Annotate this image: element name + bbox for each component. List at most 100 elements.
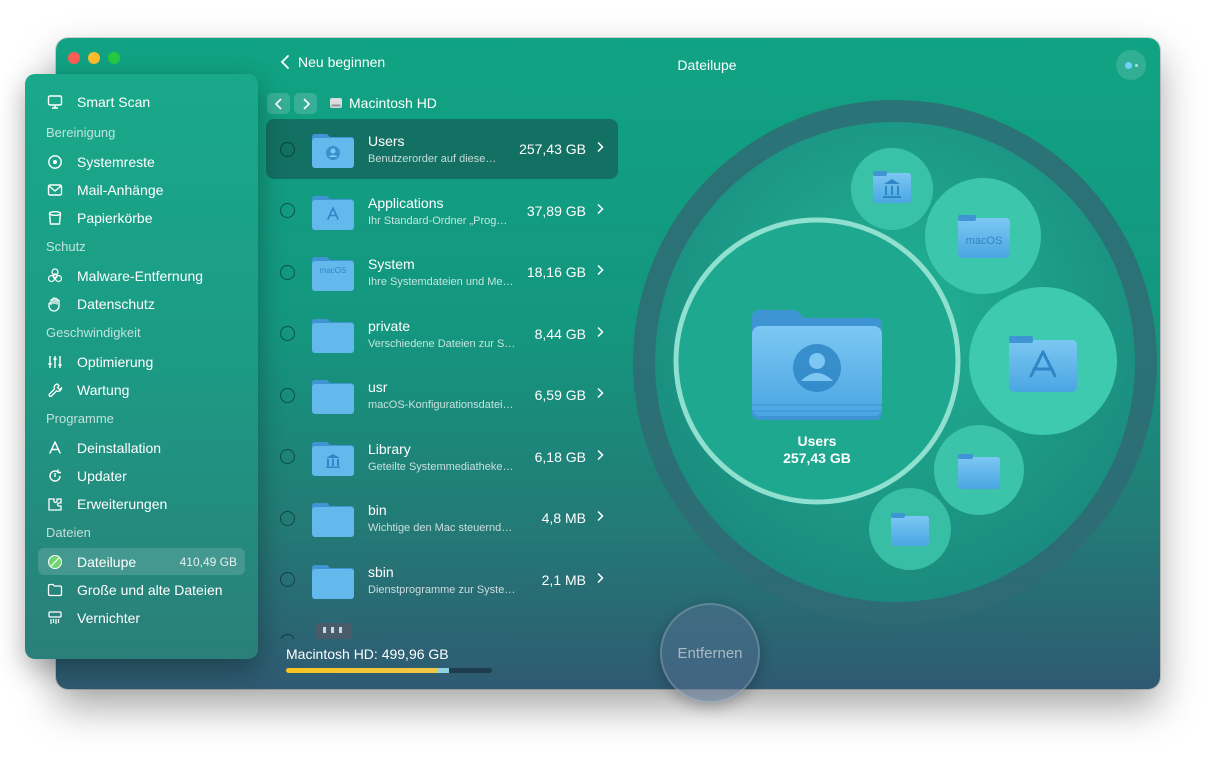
- users-bubble-name: Users: [797, 433, 837, 449]
- row-checkbox[interactable]: [280, 387, 295, 403]
- row-checkbox[interactable]: [280, 633, 295, 639]
- sidebar-item-datenschutz[interactable]: Datenschutz: [38, 290, 245, 317]
- sidebar-item-label: Systemreste: [77, 153, 155, 170]
- row-size: 4,8 MB: [541, 510, 586, 526]
- sidebar-item-label: Optimierung: [77, 353, 154, 370]
- row-name: usr: [368, 379, 388, 395]
- row-description: Dienstprogramme zur System…: [368, 583, 518, 596]
- sidebar-item-label: Vernichter: [77, 609, 141, 626]
- table-row[interactable]: private Verschiedene Dateien zur S… 8,44 G…: [266, 304, 618, 364]
- sidebar-item-mail-anhänge[interactable]: Mail-Anhänge: [38, 176, 245, 203]
- chevron-right-icon[interactable]: [596, 386, 604, 404]
- sidebar-item-vernichter[interactable]: Vernichter: [38, 604, 245, 631]
- sidebar-section-title: Bereinigung: [46, 125, 116, 140]
- start-over-button[interactable]: Neu beginnen: [280, 54, 385, 70]
- disk-used-fill: [286, 668, 439, 673]
- chevron-right-icon[interactable]: [596, 202, 604, 220]
- chevron-left-icon: [274, 97, 282, 110]
- sidebar-section-title: Schutz: [46, 239, 86, 254]
- chevron-right-icon[interactable]: [596, 325, 604, 343]
- sidebar-item-smart-scan[interactable]: Smart Scan: [38, 88, 245, 115]
- chevron-right-icon[interactable]: [596, 509, 604, 527]
- chevron-right-icon[interactable]: [596, 571, 604, 589]
- nav-back-button[interactable]: [267, 93, 290, 114]
- home-folder-icon: [311, 621, 355, 639]
- sidebar-item-label: Erweiterungen: [77, 495, 168, 512]
- breadcrumb: Macintosh HD: [329, 95, 437, 111]
- row-name: private: [368, 317, 411, 334]
- table-row[interactable]: bin Wichtige den Mac steuernde… 4,8 MB: [266, 488, 618, 548]
- folder-icon: macOS: [311, 252, 355, 292]
- disk-label: Macintosh HD: 499,96 GB: [286, 646, 449, 662]
- sidebar-item-label: Große und alte Dateien: [77, 581, 223, 598]
- row-name: Applications: [368, 194, 444, 211]
- row-name: Users: [368, 133, 405, 149]
- sidebar-item-label: Datenschutz: [77, 295, 155, 312]
- row-checkbox[interactable]: [280, 203, 295, 218]
- row-checkbox[interactable]: [280, 141, 295, 157]
- sidebar-item-erweiterungen[interactable]: Erweiterungen: [38, 490, 245, 517]
- shredder-icon: [46, 609, 64, 627]
- sidebar-item-label: Deinstallation: [77, 439, 162, 456]
- sidebar: Smart Scan Bereinigung Systemreste Mail-Anh…: [25, 74, 258, 659]
- sidebar-item-systemreste[interactable]: Systemreste: [38, 148, 245, 175]
- row-checkbox[interactable]: [280, 510, 295, 526]
- sidebar-item-dateilupe[interactable]: Dateilupe 410,49 GB: [38, 548, 245, 575]
- row-size: 37,89 GB: [526, 202, 586, 219]
- row-description: macOS-Konfigurationsdatei…: [368, 399, 514, 411]
- sidebar-item-label: Smart Scan: [77, 93, 151, 110]
- sidebar-item-label: Wartung: [77, 381, 130, 398]
- remove-button[interactable]: Entfernen: [660, 603, 760, 703]
- row-name: System: [368, 256, 415, 272]
- table-row[interactable]: usr macOS-Konfigurationsdatei… 6,59 GB: [266, 365, 618, 425]
- row-size: 8,44 GB: [534, 325, 586, 342]
- row-description: Verschiedene Dateien zur S…: [368, 337, 516, 350]
- chevron-right-icon[interactable]: [596, 140, 604, 158]
- folder-icon: [311, 191, 355, 231]
- row-checkbox[interactable]: [280, 572, 295, 587]
- row-size: 257,43 GB: [519, 141, 586, 157]
- sidebar-item-updater[interactable]: Updater: [38, 462, 245, 489]
- table-row[interactable]: Library Geteilte Systemmediatheke… 6,18 GB: [266, 427, 618, 487]
- table-row[interactable]: Users Benutzerorder auf diese… 257,43 GB: [266, 119, 618, 179]
- row-description: Benutzerorder auf diese…: [368, 153, 497, 165]
- sidebar-item-malware-entfernung[interactable]: Malware-Entfernung: [38, 262, 245, 289]
- folder-icon: [46, 581, 64, 599]
- disc-icon: [46, 153, 64, 171]
- close-window-button[interactable]: [68, 52, 80, 64]
- zoom-window-button[interactable]: [108, 52, 120, 64]
- chevron-right-icon[interactable]: [596, 448, 604, 466]
- sidebar-item-papierkörbe[interactable]: Papierkörbe: [38, 204, 245, 231]
- wrench-icon: [46, 381, 64, 399]
- sidebar-item-label: Dateilupe: [77, 553, 137, 570]
- row-checkbox[interactable]: [280, 326, 295, 341]
- table-row[interactable]: sbin Dienstprogramme zur System… 2,1 MB: [266, 550, 618, 610]
- folder-icon: [311, 437, 355, 477]
- row-size: 6,59 GB: [534, 387, 586, 403]
- sidebar-item-deinstallation[interactable]: Deinstallation: [38, 434, 245, 461]
- sidebar-item-label: Papierkörbe: [77, 209, 153, 226]
- table-row[interactable]: Applications Ihr Standard-Ordner „Prog… 37…: [266, 181, 618, 241]
- row-description: Wichtige den Mac steuernde…: [368, 522, 518, 534]
- folder-icon: [311, 129, 355, 169]
- uninstall-icon: [46, 439, 64, 457]
- users-bubble-size: 257,43 GB: [783, 450, 851, 466]
- row-size: 18,16 GB: [526, 264, 586, 280]
- chevron-left-icon: [280, 55, 289, 69]
- nav-forward-button[interactable]: [294, 93, 317, 114]
- row-checkbox[interactable]: [280, 449, 295, 464]
- sidebar-item-wartung[interactable]: Wartung: [38, 376, 245, 403]
- row-description: Ihre Systemdateien und Me…: [368, 276, 514, 288]
- row-checkbox[interactable]: [280, 264, 295, 280]
- sidebar-item-optimierung[interactable]: Optimierung: [38, 348, 245, 375]
- sidebar-section-title: Programme: [46, 411, 114, 426]
- minimize-window-button[interactable]: [88, 52, 100, 64]
- sidebar-section-title: Dateien: [46, 525, 91, 540]
- sidebar-item-gro-e-und-alte-dateien[interactable]: Große und alte Dateien: [38, 576, 245, 603]
- chevron-right-icon[interactable]: [596, 263, 604, 281]
- macos-badge: macOS: [319, 266, 347, 275]
- trash-icon: [46, 209, 64, 227]
- table-row[interactable]: home: [266, 611, 618, 639]
- assistant-button[interactable]: [1116, 50, 1146, 80]
- table-row[interactable]: macOS System Ihre Systemdateien und Me… 18,…: [266, 242, 618, 302]
